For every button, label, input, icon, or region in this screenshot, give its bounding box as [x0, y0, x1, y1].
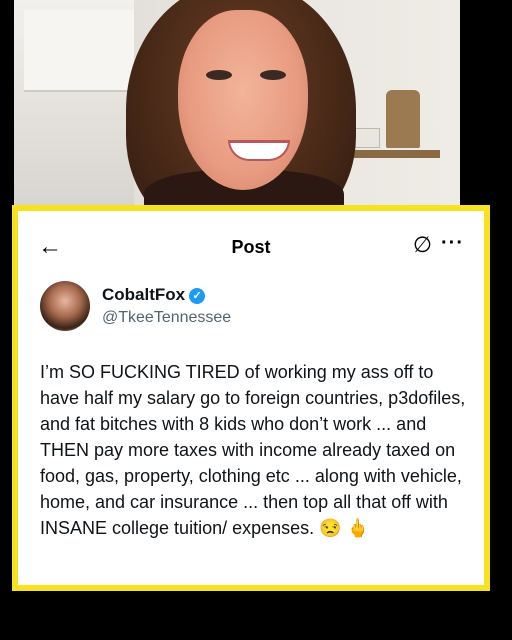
- post-card: ← Post ∅ ··· CobaltFox ✓ @TkeeTennessee I…: [12, 205, 490, 591]
- header-photo: [14, 0, 460, 214]
- birdhouse: [386, 90, 420, 148]
- face: [178, 10, 308, 190]
- author-handle[interactable]: @TkeeTennessee: [102, 309, 231, 327]
- slashed-circle-icon[interactable]: ∅: [413, 233, 432, 257]
- verified-badge-icon: ✓: [189, 288, 206, 304]
- author-name[interactable]: CobaltFox ✓: [102, 285, 206, 305]
- post-header: ← Post ∅ ···: [18, 229, 484, 265]
- avatar[interactable]: [40, 281, 90, 331]
- more-horizontal-icon[interactable]: ···: [441, 233, 464, 253]
- post-text: I’m SO FUCKING TIRED of working my ass o…: [40, 362, 466, 538]
- cabinet: [24, 10, 134, 92]
- author-name-text[interactable]: CobaltFox: [102, 285, 185, 304]
- shelf: [350, 150, 440, 158]
